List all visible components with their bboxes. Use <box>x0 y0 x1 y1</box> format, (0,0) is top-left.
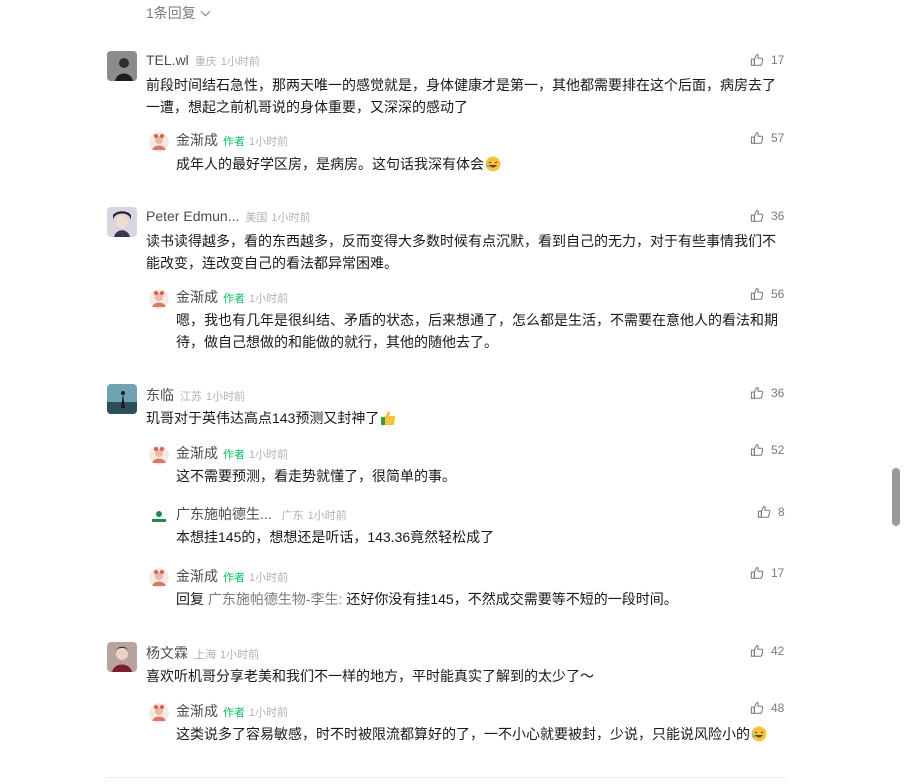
like-count: 42 <box>771 644 785 658</box>
replies-count-label: 1条回复 <box>146 5 196 21</box>
divider <box>106 777 786 778</box>
like-button[interactable]: 57 <box>750 131 784 145</box>
like-button[interactable]: 52 <box>750 443 784 457</box>
reply-text-body: 还好你没有挂145，不然成交需要等不短的一段时间。 <box>346 591 678 607</box>
reply-time: 1小时前 <box>249 136 289 148</box>
comment-text: 前段时间结石急性，那两天唯一的感觉就是，身体健康才是第一，其他都需要排在这个后面… <box>146 77 776 115</box>
reply-author-name[interactable]: 广东施帕德生... <box>176 504 272 524</box>
reply-time: 1小时前 <box>249 449 289 461</box>
reply-text: 嗯，我也有几年是很纠结、矛盾的状态，后来想通了，怎么都是生活，不需要在意他人的看… <box>176 312 778 350</box>
author-badge: 作者 <box>223 707 245 719</box>
comment-time: 1小时前 <box>206 391 246 403</box>
reply-author-name[interactable]: 金渐成 <box>176 566 218 586</box>
reply-location: 广东 <box>281 510 304 522</box>
reply-time: 1小时前 <box>249 572 289 584</box>
comment-text: 玑哥对于英伟达高点143预测又封神了 <box>146 407 786 429</box>
author-badge: 作者 <box>223 449 245 461</box>
like-count: 56 <box>771 287 785 301</box>
thumbs-up-emoji-icon <box>381 411 396 425</box>
comment-text-body: 玑哥对于英伟达高点143预测又封神了 <box>146 410 380 426</box>
avatar[interactable] <box>149 289 169 309</box>
like-button[interactable]: 17 <box>750 566 784 580</box>
avatar[interactable] <box>107 642 137 672</box>
reply-author-name[interactable]: 金渐成 <box>176 287 218 307</box>
author-badge: 作者 <box>223 572 245 584</box>
like-count: 48 <box>771 701 785 715</box>
thumb-up-icon <box>750 701 764 715</box>
reply-text: 本想挂145的，想想还是听话，143.36竟然轻松成了 <box>176 529 495 545</box>
expand-replies-button[interactable]: 1条回复 <box>146 3 211 23</box>
like-count: 17 <box>771 53 785 67</box>
thumb-up-icon <box>750 566 764 580</box>
reply-time: 1小时前 <box>307 510 347 522</box>
reply-to-user[interactable]: 广东施帕德生物-李生: <box>208 591 343 607</box>
reply-text: 成年人的最好学区房，是病房。这句话我深有体会 <box>176 153 786 175</box>
commenter-name[interactable]: 杨文霖 <box>146 643 188 663</box>
avatar[interactable] <box>149 132 169 152</box>
thumb-up-icon <box>750 386 764 400</box>
thumb-up-icon <box>750 287 764 301</box>
thumb-up-icon <box>750 644 764 658</box>
comment-location: 重庆 <box>194 56 217 68</box>
like-button[interactable]: 17 <box>750 53 784 67</box>
comment-time: 1小时前 <box>220 56 260 68</box>
reply-author-name[interactable]: 金渐成 <box>176 443 218 463</box>
thumb-up-icon <box>757 505 771 519</box>
reply-time: 1小时前 <box>249 293 289 305</box>
laughing-emoji-icon <box>485 156 501 172</box>
like-count: 52 <box>771 443 785 457</box>
reply-text: 这不需要预测，看走势就懂了，很简单的事。 <box>176 468 456 484</box>
chevron-down-icon <box>200 6 211 16</box>
like-button[interactable]: 8 <box>757 505 785 519</box>
comment-location: 美国 <box>245 212 268 224</box>
like-button[interactable]: 36 <box>750 386 784 400</box>
author-badge: 作者 <box>223 293 245 305</box>
like-count: 36 <box>771 386 785 400</box>
thumb-up-icon <box>750 209 764 223</box>
reply-prefix: 回复 <box>176 591 204 607</box>
like-count: 57 <box>771 131 785 145</box>
avatar[interactable] <box>149 445 169 465</box>
commenter-name[interactable]: 东临 <box>146 385 174 405</box>
reply-text: 这类说多了容易敏感，时不时被限流都算好的了，一不小心就要被封，少说，只能说风险小… <box>176 723 786 745</box>
scrollbar-thumb[interactable] <box>892 468 900 526</box>
comment-location: 上海 <box>194 649 216 661</box>
avatar[interactable] <box>149 703 169 723</box>
thumb-up-icon <box>750 53 764 67</box>
avatar[interactable] <box>107 384 137 414</box>
like-count: 8 <box>778 505 785 519</box>
reply-text: 回复 广东施帕德生物-李生: 还好你没有挂145，不然成交需要等不短的一段时间。 <box>176 588 786 610</box>
reply-time: 1小时前 <box>249 707 289 719</box>
author-badge: 作者 <box>223 136 245 148</box>
like-count: 17 <box>771 566 785 580</box>
reply-text-body: 这类说多了容易敏感，时不时被限流都算好的了，一不小心就要被封，少说，只能说风险小… <box>176 726 750 742</box>
commenter-name[interactable]: TEL.wl <box>146 52 189 68</box>
laughing-emoji-icon <box>751 726 767 742</box>
comment-text: 读书读得越多，看的东西越多，反而变得大多数时候有点沉默，看到自己的无力，对于有些… <box>146 233 776 271</box>
reply-author-name[interactable]: 金渐成 <box>176 701 218 721</box>
avatar[interactable] <box>149 506 169 526</box>
avatar[interactable] <box>107 51 137 81</box>
thumb-up-icon <box>750 443 764 457</box>
like-button[interactable]: 42 <box>750 644 784 658</box>
comment-text: 喜欢听机哥分享老美和我们不一样的地方，平时能真实了解到的太少了～ <box>146 668 594 684</box>
like-button[interactable]: 36 <box>750 209 784 223</box>
thumb-up-icon <box>750 131 764 145</box>
like-button[interactable]: 56 <box>750 287 784 301</box>
avatar[interactable] <box>107 207 137 237</box>
comment-time: 1小时前 <box>220 649 260 661</box>
reply-text-body: 成年人的最好学区房，是病房。这句话我深有体会 <box>176 156 484 172</box>
comment-location: 江苏 <box>180 391 202 403</box>
like-count: 36 <box>771 209 785 223</box>
commenter-name[interactable]: Peter Edmun... <box>146 208 239 224</box>
avatar[interactable] <box>149 568 169 588</box>
like-button[interactable]: 48 <box>750 701 784 715</box>
comment-time: 1小时前 <box>271 212 311 224</box>
reply-author-name[interactable]: 金渐成 <box>176 130 218 150</box>
